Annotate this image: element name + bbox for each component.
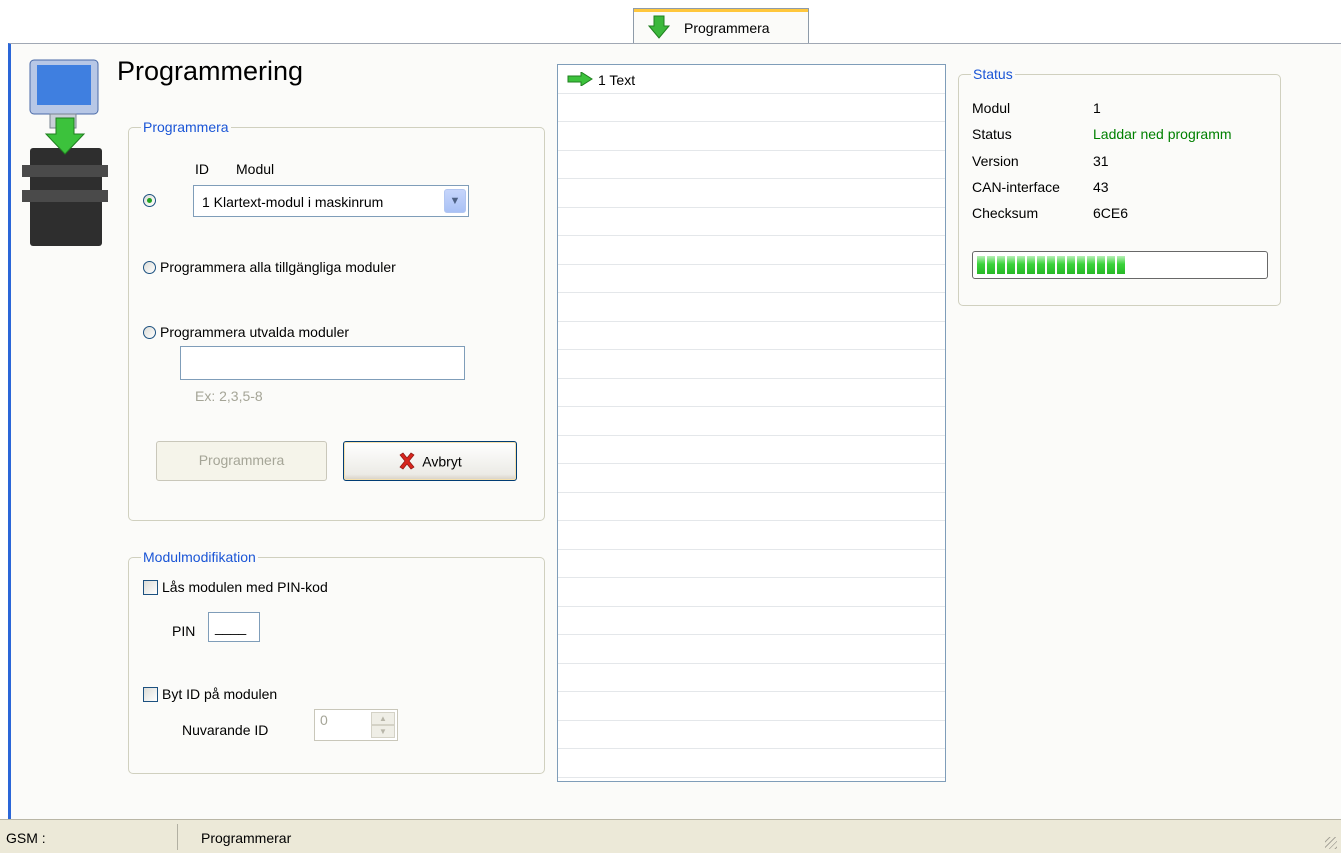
current-id-spinner[interactable]: 0 ▲ ▼ — [314, 709, 398, 741]
green-arrow-icon — [567, 72, 593, 86]
status-value-modul: 1 — [1093, 100, 1101, 116]
pin-input-value: ____ — [215, 619, 247, 635]
status-value-checksum: 6CE6 — [1093, 205, 1129, 221]
status-value-can: 43 — [1093, 179, 1109, 195]
gsm-label: GSM : — [6, 830, 46, 846]
status-value-version: 31 — [1093, 153, 1109, 169]
list-item-empty[interactable] — [558, 721, 945, 749]
spin-down-icon[interactable]: ▼ — [371, 725, 395, 738]
list-item-empty[interactable] — [558, 578, 945, 607]
list-item-empty[interactable] — [558, 236, 945, 265]
progress-segment — [1067, 256, 1075, 274]
list-item-empty[interactable] — [558, 293, 945, 322]
list-item-empty[interactable] — [558, 94, 945, 122]
list-item-empty[interactable] — [558, 322, 945, 350]
lock-pin-checkbox[interactable] — [143, 580, 158, 595]
page-title: Programmering — [117, 56, 304, 86]
progress-segment — [1037, 256, 1045, 274]
list-item-empty[interactable] — [558, 179, 945, 208]
list-item-empty[interactable] — [558, 692, 945, 721]
progress-segment — [997, 256, 1005, 274]
progress-segment — [1117, 256, 1125, 274]
radio-all-modules[interactable] — [143, 261, 156, 274]
list-item-empty[interactable] — [558, 521, 945, 550]
radio-selected-modules[interactable] — [143, 326, 156, 339]
list-item-empty[interactable] — [558, 265, 945, 293]
tab-label: Programmera — [684, 20, 770, 36]
radio-all-modules-label[interactable]: Programmera alla tillgängliga moduler — [160, 259, 396, 275]
radio-selected-modules-label[interactable]: Programmera utvalda moduler — [160, 324, 349, 340]
list-item-empty[interactable] — [558, 635, 945, 664]
list-item-empty[interactable] — [558, 122, 945, 151]
program-button[interactable]: Programmera — [156, 441, 327, 481]
list-item[interactable]: 1 Text — [558, 65, 945, 94]
example-hint: Ex: 2,3,5-8 — [195, 388, 263, 404]
status-key-version: Version — [972, 153, 1019, 169]
progress-segment — [1017, 256, 1025, 274]
list-item-empty[interactable] — [558, 436, 945, 464]
red-x-icon — [399, 452, 415, 470]
progress-segment — [1077, 256, 1085, 274]
download-progress-bar — [972, 251, 1268, 279]
tab-strip: Programmera — [0, 0, 1341, 44]
resize-grip-icon[interactable] — [1325, 837, 1337, 849]
change-id-label[interactable]: Byt ID på modulen — [162, 686, 277, 702]
status-value-status: Laddar ned programm — [1093, 126, 1232, 142]
progress-log-list[interactable]: 1 Text — [557, 64, 946, 782]
change-id-checkbox[interactable] — [143, 687, 158, 702]
list-item-empty[interactable] — [558, 550, 945, 578]
status-group-legend: Status — [971, 66, 1015, 82]
list-item-empty[interactable] — [558, 493, 945, 521]
program-group-legend: Programmera — [141, 119, 231, 135]
list-item-empty[interactable] — [558, 151, 945, 179]
modul-column-header: Modul — [236, 161, 275, 177]
progress-segment — [1107, 256, 1115, 274]
list-item-empty[interactable] — [558, 464, 945, 493]
status-bar: GSM : Programmerar — [0, 819, 1341, 853]
id-column-header: ID — [195, 161, 209, 177]
progress-segment — [1007, 256, 1015, 274]
progress-segment — [987, 256, 995, 274]
list-item-empty[interactable] — [558, 607, 945, 635]
pin-label: PIN — [172, 623, 196, 639]
list-item-empty[interactable] — [558, 749, 945, 778]
radio-single-module[interactable] — [143, 194, 156, 207]
list-item-empty[interactable] — [558, 208, 945, 236]
progress-segment — [1097, 256, 1105, 274]
spin-up-icon[interactable]: ▲ — [371, 712, 395, 725]
radio-selected-dot — [147, 198, 152, 203]
statusbar-message: Programmerar — [201, 830, 292, 846]
status-key-checksum: Checksum — [972, 205, 1039, 221]
progress-segment — [1057, 256, 1065, 274]
statusbar-divider — [177, 824, 178, 850]
current-id-label: Nuvarande ID — [182, 722, 269, 738]
cancel-button-label: Avbryt — [422, 453, 462, 470]
list-item-empty[interactable] — [558, 407, 945, 436]
list-item-empty[interactable] — [558, 350, 945, 379]
progress-segment — [1087, 256, 1095, 274]
progress-segment — [1047, 256, 1055, 274]
tab-programmera[interactable]: Programmera — [633, 8, 809, 44]
module-select-value: 1 Klartext-modul i maskinrum — [202, 194, 384, 210]
pin-input[interactable]: ____ — [208, 612, 260, 642]
list-item-empty[interactable] — [558, 664, 945, 692]
cancel-button[interactable]: Avbryt — [343, 441, 517, 481]
current-id-value: 0 — [320, 712, 328, 728]
list-item-empty[interactable] — [558, 379, 945, 407]
status-key-status: Status — [972, 126, 1012, 142]
list-item-text: 1 Text — [598, 72, 636, 88]
module-select[interactable]: 1 Klartext-modul i maskinrum ▼ — [193, 185, 469, 217]
progress-fill — [977, 256, 1125, 274]
modmod-group-legend: Modulmodifikation — [141, 549, 258, 565]
lock-pin-label[interactable]: Lås modulen med PIN-kod — [162, 579, 328, 595]
selected-modules-input[interactable] — [180, 346, 465, 380]
progress-segment — [1027, 256, 1035, 274]
progress-segment — [977, 256, 985, 274]
status-key-can: CAN-interface — [972, 179, 1060, 195]
programming-module-icon — [22, 59, 108, 246]
download-arrow-icon — [648, 15, 670, 39]
status-key-modul: Modul — [972, 100, 1011, 116]
chevron-down-icon[interactable]: ▼ — [444, 189, 466, 213]
